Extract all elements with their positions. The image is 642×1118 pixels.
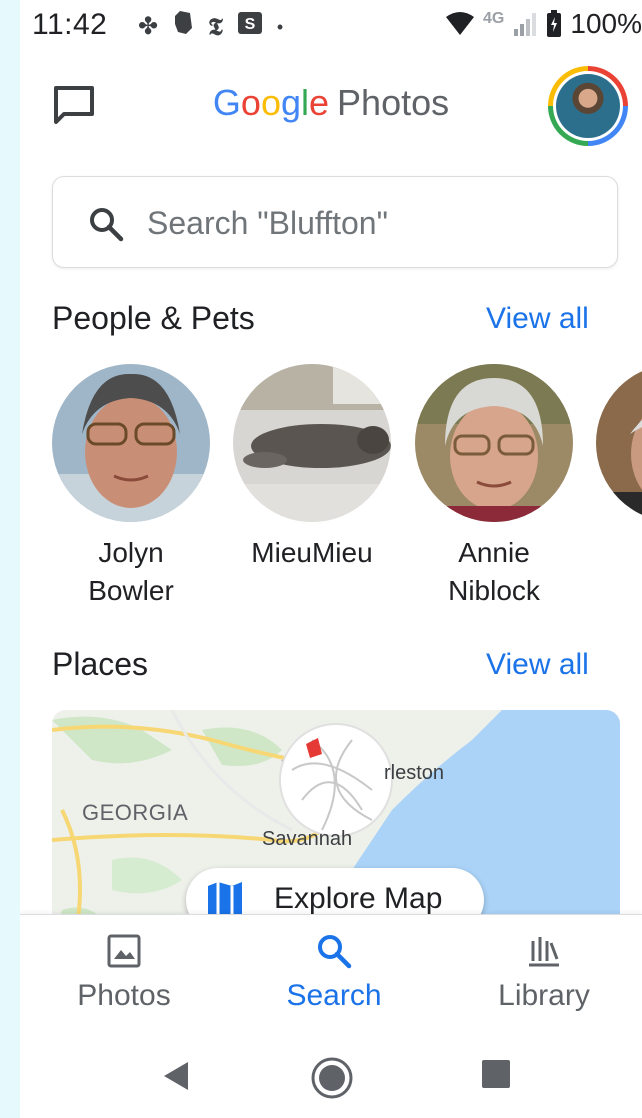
nav-label: Photos bbox=[77, 979, 171, 1012]
people-section-title: People & Pets bbox=[52, 300, 255, 336]
explore-map-label: Explore Map bbox=[274, 882, 443, 915]
evernote-icon bbox=[172, 10, 194, 44]
person-item[interactable]: Annie Niblock bbox=[415, 364, 573, 610]
map-icon bbox=[208, 882, 242, 918]
status-time: 11:42 bbox=[32, 8, 108, 41]
map-label-georgia: GEORGIA bbox=[82, 800, 189, 825]
signal-icon bbox=[514, 13, 537, 36]
person-name: MieuMieu bbox=[251, 537, 373, 568]
brand-suffix: Photos bbox=[337, 82, 450, 123]
person-photo bbox=[415, 364, 573, 522]
person-item[interactable]: B bbox=[596, 364, 642, 572]
photo-icon bbox=[107, 934, 141, 968]
search-input[interactable] bbox=[147, 201, 587, 245]
status-right: 4G 100% bbox=[445, 8, 642, 40]
back-icon[interactable] bbox=[156, 1056, 196, 1096]
pinwheel-icon: ✤ bbox=[138, 13, 159, 40]
search-icon bbox=[90, 208, 124, 242]
status-bar: 11:42 ✤ 𝕿 S • 4G 100% bbox=[20, 0, 642, 54]
svg-text:S: S bbox=[245, 16, 256, 33]
person-item[interactable]: MieuMieu bbox=[233, 364, 391, 572]
person-name: Jolyn Bowler bbox=[88, 537, 174, 606]
app-header: Google Photos bbox=[20, 60, 642, 150]
person-name: B bbox=[596, 534, 642, 572]
map-label-savannah: Savannah bbox=[262, 828, 353, 850]
people-view-all-link[interactable]: View all bbox=[486, 302, 589, 336]
nav-photos[interactable]: Photos bbox=[24, 933, 224, 1013]
nav-label: Search bbox=[286, 979, 382, 1012]
people-carousel: Jolyn Bowler MieuMieu Annie Niblock bbox=[52, 364, 642, 614]
nav-library[interactable]: Library bbox=[444, 933, 642, 1013]
notification-icons: ✤ 𝕿 S • bbox=[138, 10, 283, 44]
nav-label: Library bbox=[498, 979, 590, 1012]
battery-icon bbox=[547, 10, 562, 37]
places-view-all-link[interactable]: View all bbox=[486, 648, 589, 682]
library-icon bbox=[529, 937, 559, 967]
network-type: 4G bbox=[483, 10, 505, 27]
battery-percent: 100% bbox=[570, 8, 642, 39]
search-icon bbox=[318, 935, 352, 969]
system-navigation-bar bbox=[20, 1034, 642, 1118]
nav-search[interactable]: Search bbox=[234, 933, 434, 1013]
account-avatar[interactable] bbox=[548, 66, 628, 146]
dot-icon: • bbox=[276, 17, 284, 37]
search-bar[interactable] bbox=[52, 176, 618, 268]
person-photo bbox=[52, 364, 210, 522]
home-icon[interactable] bbox=[310, 1056, 354, 1100]
person-photo bbox=[596, 364, 642, 522]
bottom-navigation: Photos Search Library bbox=[20, 914, 642, 1034]
nyt-icon: 𝕿 bbox=[208, 12, 223, 41]
recents-icon[interactable] bbox=[478, 1056, 514, 1092]
wifi-icon bbox=[446, 12, 475, 35]
avatar-photo bbox=[556, 74, 620, 138]
person-photo bbox=[233, 364, 391, 522]
s-app-icon: S bbox=[237, 11, 263, 43]
person-item[interactable]: Jolyn Bowler bbox=[52, 364, 210, 610]
map-label-charleston: rleston bbox=[384, 762, 445, 784]
person-name: Annie Niblock bbox=[448, 537, 540, 606]
places-section-title: Places bbox=[52, 646, 149, 682]
phone-screen: 11:42 ✤ 𝕿 S • 4G 100% Google Photos Sear… bbox=[20, 0, 642, 1118]
